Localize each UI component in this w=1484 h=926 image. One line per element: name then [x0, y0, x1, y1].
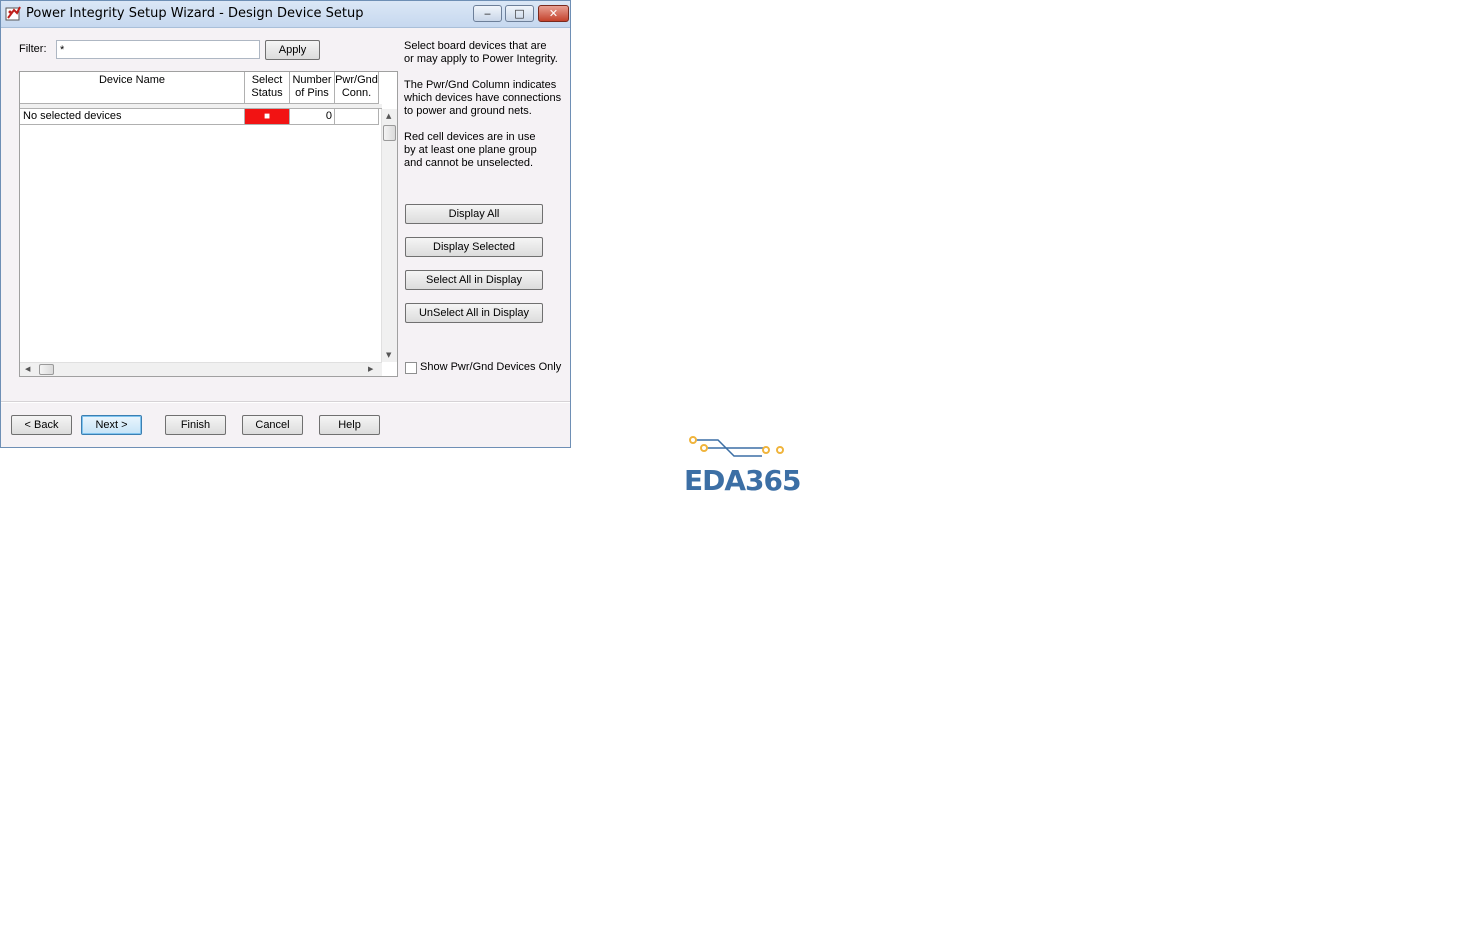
title-bar[interactable]: Power Integrity Setup Wizard - Design De…	[1, 1, 570, 28]
next-button[interactable]: Next >	[81, 415, 142, 435]
column-header-number-of-pins[interactable]: Number of Pins	[290, 72, 335, 104]
cancel-button[interactable]: Cancel	[242, 415, 303, 435]
vertical-scroll-thumb[interactable]	[383, 125, 396, 141]
help-text-line: to power and ground nets.	[404, 105, 532, 117]
select-status-checkbox-icon: ■	[263, 111, 271, 122]
show-pwr-gnd-only-label[interactable]: Show Pwr/Gnd Devices Only	[420, 361, 561, 373]
cell-pwr-gnd	[335, 109, 379, 125]
cell-device-name[interactable]: No selected devices	[20, 109, 245, 125]
column-header-pwr-gnd-conn[interactable]: Pwr/Gnd Conn.	[335, 72, 379, 104]
display-selected-button[interactable]: Display Selected	[405, 237, 543, 257]
app-icon	[5, 6, 21, 21]
circuit-trace-icon	[689, 436, 784, 457]
back-button[interactable]: < Back	[11, 415, 72, 435]
scroll-right-icon[interactable]: ▶	[368, 365, 373, 373]
scroll-left-icon[interactable]: ◀	[25, 365, 30, 373]
finish-button[interactable]: Finish	[165, 415, 226, 435]
help-text-line: The Pwr/Gnd Column indicates	[404, 79, 557, 91]
close-icon: ✕	[548, 7, 559, 20]
maximize-button[interactable]: □	[505, 5, 534, 22]
wizard-window: Power Integrity Setup Wizard - Design De…	[0, 0, 571, 448]
column-header-select-status[interactable]: Select Status	[245, 72, 290, 104]
cell-num-pins: 0	[290, 109, 335, 125]
device-grid: Device Name Select Status Number of Pins P…	[19, 71, 398, 377]
help-text-line: Select board devices that are	[404, 40, 547, 52]
help-text-line: or may apply to Power Integrity.	[404, 53, 558, 65]
horizontal-scrollbar[interactable]: ◀ ▶	[20, 362, 382, 376]
help-text-line: Red cell devices are in use	[404, 131, 536, 143]
help-text-line: and cannot be unselected.	[404, 157, 534, 169]
show-pwr-gnd-only-checkbox[interactable]	[405, 362, 417, 374]
cell-select-status[interactable]: ■	[245, 109, 290, 125]
help-button[interactable]: Help	[319, 415, 380, 435]
window-title: Power Integrity Setup Wizard - Design De…	[26, 6, 364, 21]
eda365-watermark: EDA365	[684, 434, 801, 497]
help-text-line: by at least one plane group	[404, 144, 537, 156]
eda365-logo-text: EDA365	[684, 464, 801, 497]
filter-label: Filter:	[19, 43, 47, 55]
horizontal-scroll-thumb[interactable]	[39, 364, 54, 375]
scroll-up-icon[interactable]: ▲	[386, 112, 391, 120]
help-text-line: which devices have connections	[404, 92, 562, 104]
close-button[interactable]: ✕	[538, 5, 569, 22]
minimize-button[interactable]: ‒	[473, 5, 502, 22]
maximize-icon: □	[514, 7, 525, 20]
select-all-in-display-button[interactable]: Select All in Display	[405, 270, 543, 290]
minimize-icon: ‒	[484, 7, 491, 20]
unselect-all-in-display-button[interactable]: UnSelect All in Display	[405, 303, 543, 323]
scroll-down-icon[interactable]: ▼	[386, 351, 391, 359]
column-header-device-name[interactable]: Device Name	[20, 72, 245, 104]
vertical-scrollbar[interactable]: ▲ ▼	[381, 109, 397, 362]
filter-input[interactable]	[56, 40, 260, 59]
display-all-button[interactable]: Display All	[405, 204, 543, 224]
apply-button[interactable]: Apply	[265, 40, 320, 60]
footer-divider	[1, 401, 570, 403]
